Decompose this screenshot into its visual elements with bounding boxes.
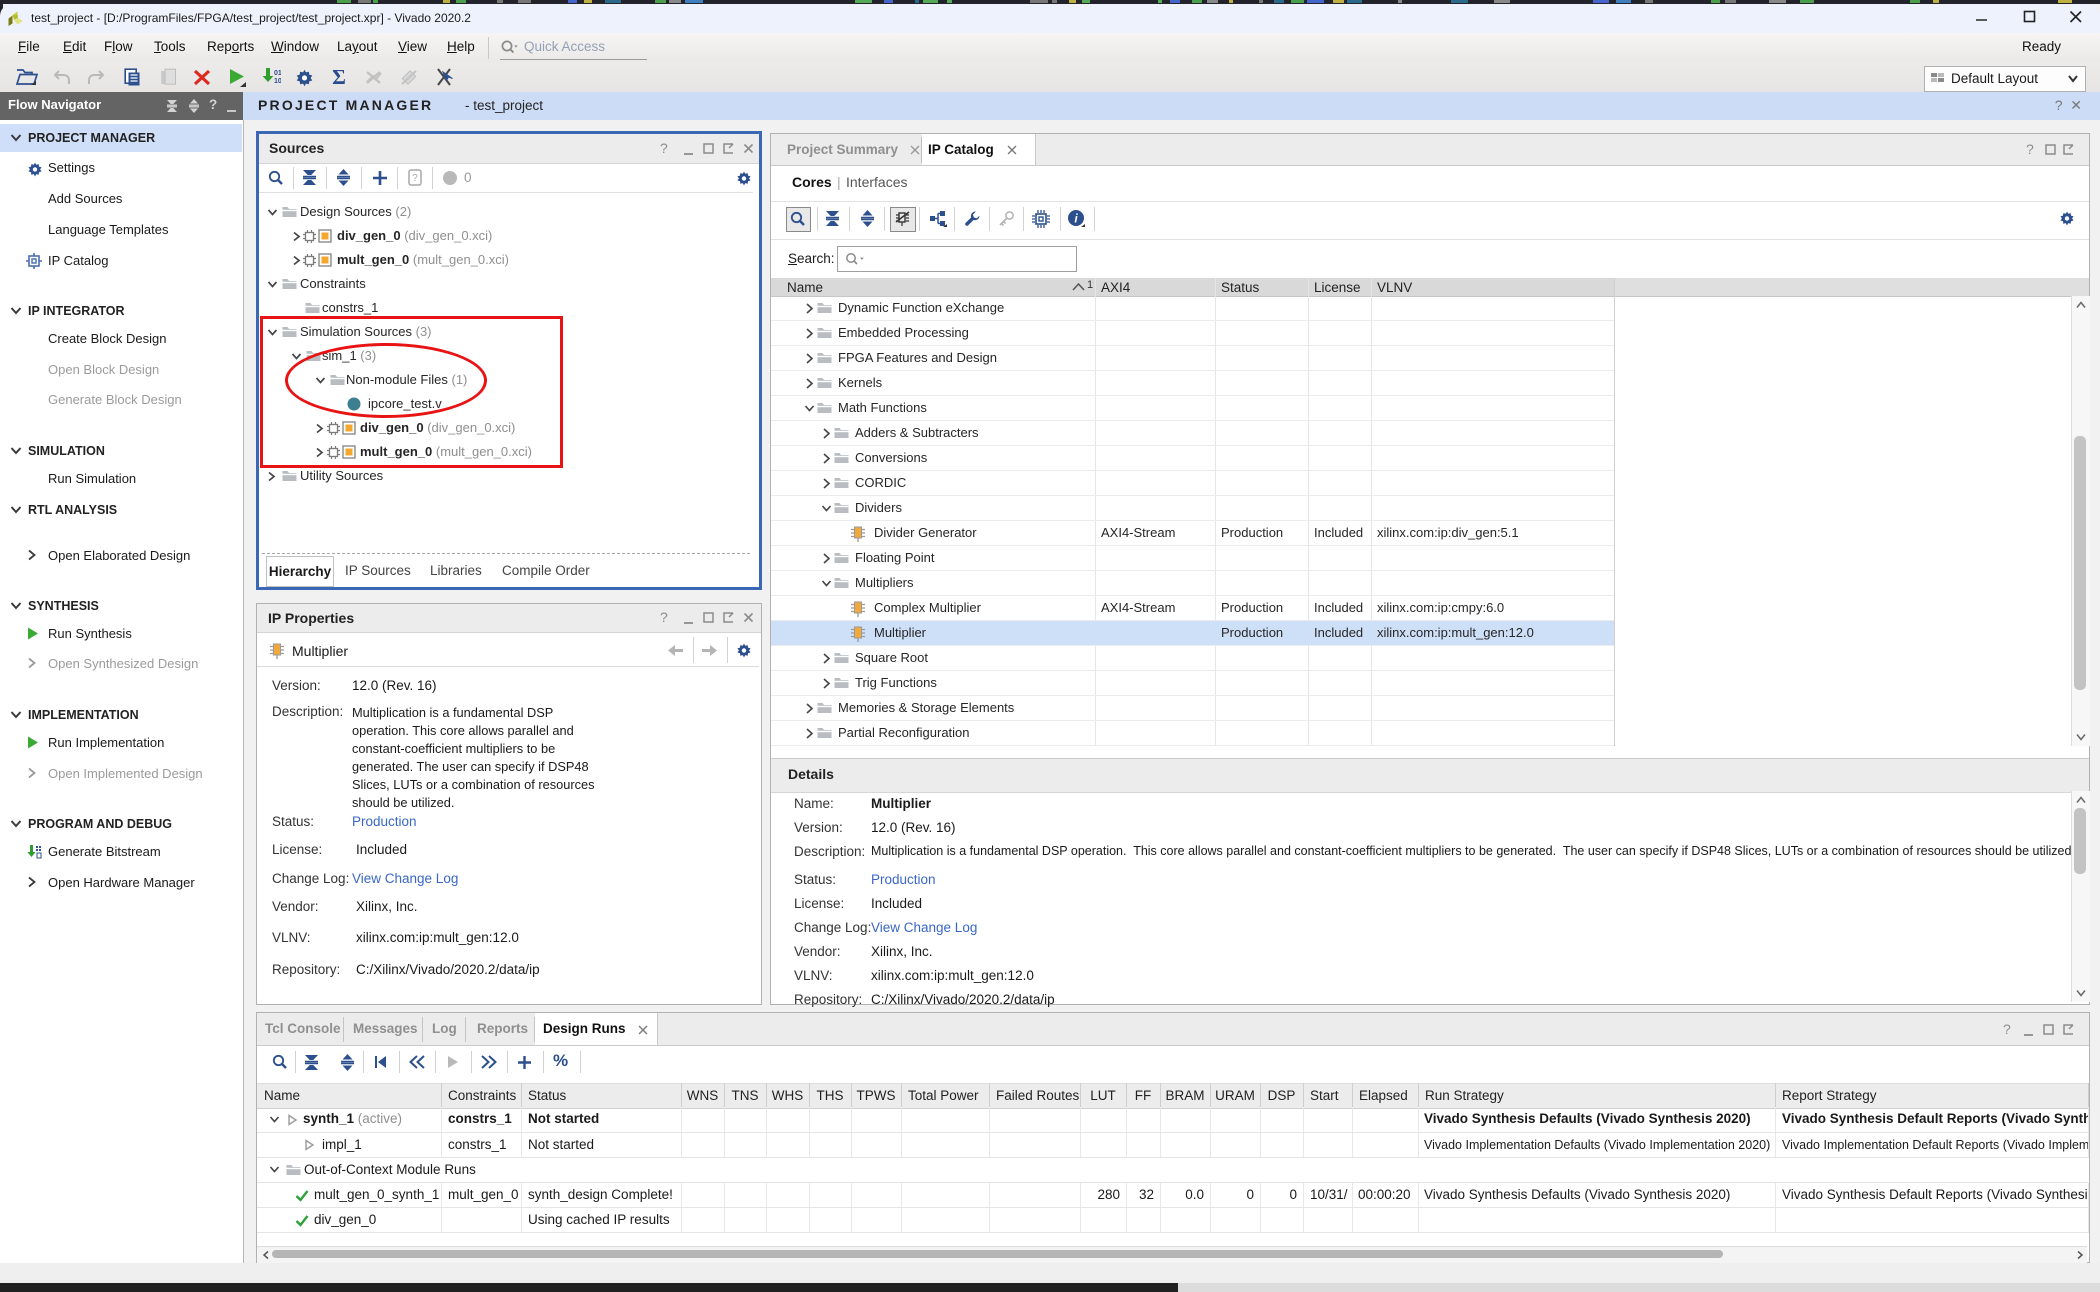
svg-text:01: 01 [274,70,281,77]
svg-text:10: 10 [274,78,281,85]
svg-text:Σ: Σ [332,67,346,88]
svg-text:?: ? [412,173,418,184]
